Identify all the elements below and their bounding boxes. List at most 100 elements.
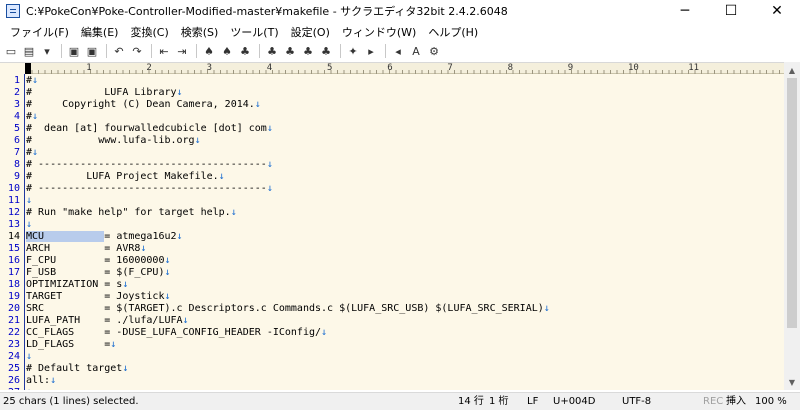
newline-marker-icon: ↓ — [26, 387, 32, 390]
search-prev-icon[interactable]: ♠ — [201, 43, 217, 59]
editor-line[interactable]: 2 # LUFA Library↓ — [0, 87, 784, 99]
save-all-icon[interactable]: ▣ — [84, 43, 100, 59]
editor-line[interactable]: 26 all:↓ — [0, 375, 784, 387]
newline-marker-icon: ↓ — [32, 111, 39, 122]
menu-settings[interactable]: 設定(O) — [285, 24, 336, 40]
bookmark-clear-icon[interactable]: ♣ — [318, 43, 334, 59]
line-text: MCU = atmega16u2↓ — [26, 231, 183, 242]
menu-search[interactable]: 検索(S) — [175, 24, 225, 40]
menu-convert[interactable]: 変換(C) — [124, 24, 174, 40]
editor-line[interactable]: 24 ↓ — [0, 351, 784, 363]
newline-marker-icon: ↓ — [122, 363, 129, 374]
newline-marker-icon: ↓ — [32, 75, 39, 86]
editor-line[interactable]: 20 SRC = $(TARGET).c Descriptors.c Comman… — [0, 303, 784, 315]
status-bar: 25 chars (1 lines) selected. 14 行 1 桁 LF… — [0, 392, 800, 410]
editor-line[interactable]: 19 TARGET = Joystick↓ — [0, 291, 784, 303]
new-file-icon[interactable]: ▭ — [3, 43, 19, 59]
scroll-down-icon[interactable]: ▼ — [784, 374, 800, 390]
bookmark-icon[interactable]: ♣ — [264, 43, 280, 59]
menu-window[interactable]: ウィンドウ(W) — [336, 24, 422, 40]
vertical-scrollbar[interactable]: ▲ ▼ — [784, 62, 800, 390]
line-text: F_USB = $(F_CPU)↓ — [26, 267, 171, 278]
editor-line[interactable]: 10 # ------------------------------------… — [0, 183, 784, 195]
ruler-mark: 2 — [146, 63, 152, 73]
newline-marker-icon: ↓ — [254, 99, 261, 110]
menu-edit[interactable]: 編集(E) — [75, 24, 125, 40]
menu-help[interactable]: ヘルプ(H) — [422, 24, 484, 40]
save-icon[interactable]: ▣ — [66, 43, 82, 59]
undo-icon[interactable]: ↶ — [111, 43, 127, 59]
dropdown-arrow-icon[interactable]: ▾ — [39, 43, 55, 59]
editor-line[interactable]: 15 ARCH = AVR8↓ — [0, 243, 784, 255]
newline-marker-icon: ↓ — [182, 315, 189, 326]
editor-line[interactable]: 21 LUFA_PATH = ./lufa/LUFA↓ — [0, 315, 784, 327]
toolbar-separator — [385, 44, 386, 58]
compare-icon[interactable]: ▸ — [363, 43, 379, 59]
toolbar-separator — [259, 44, 260, 58]
line-number: 21 — [7, 315, 20, 326]
editor-line[interactable]: 17 F_USB = $(F_CPU)↓ — [0, 267, 784, 279]
newline-marker-icon: ↓ — [321, 327, 328, 338]
editor-line[interactable]: 5 # dean [at] fourwalledcubicle [dot] com… — [0, 123, 784, 135]
editor-line[interactable]: 3 # Copyright (C) Dean Camera, 2014.↓ — [0, 99, 784, 111]
line-number: 7 — [13, 147, 20, 158]
character-code[interactable]: U+004D — [553, 395, 596, 409]
scroll-up-icon[interactable]: ▲ — [784, 62, 800, 78]
editor-line[interactable]: 9 # LUFA Project Makefile.↓ — [0, 171, 784, 183]
editor-line[interactable]: 12 # Run "make help" for target help.↓ — [0, 207, 784, 219]
editor-line[interactable]: 27 ↓ — [0, 387, 784, 390]
editor-line[interactable]: 6 # www.lufa-lib.org↓ — [0, 135, 784, 147]
text-editor[interactable]: 1 2 3 4 5 6 7 8 9 10 11 1 #↓ 2 # LUFA Library↓ 3 # Copy… — [0, 62, 784, 390]
cursor-column[interactable]: 1 桁 — [489, 395, 509, 409]
jump-forward-icon[interactable]: ⇥ — [174, 43, 190, 59]
editor-line[interactable]: 8 # -------------------------------------… — [0, 159, 784, 171]
editor-line[interactable]: 16 F_CPU = 16000000↓ — [0, 255, 784, 267]
replace-icon[interactable]: ♣ — [237, 43, 253, 59]
editor-line[interactable]: 1 #↓ — [0, 75, 784, 87]
line-text: # LUFA Library↓ — [26, 87, 183, 98]
maximize-button[interactable]: ☐ — [708, 0, 754, 22]
line-number: 2 — [13, 87, 20, 98]
menu-tools[interactable]: ツール(T) — [224, 24, 284, 40]
line-number: 17 — [7, 267, 20, 278]
scrollbar-thumb[interactable] — [787, 78, 797, 328]
editor-line[interactable]: 7 #↓ — [0, 147, 784, 159]
editor-line[interactable]: 4 #↓ — [0, 111, 784, 123]
line-text: #↓ — [26, 75, 39, 86]
line-ending[interactable]: LF — [527, 395, 538, 409]
ruler-mark: 11 — [688, 63, 700, 73]
open-folder-icon[interactable]: ▤ — [21, 43, 37, 59]
line-number: 1 — [13, 75, 20, 86]
menu-file[interactable]: ファイル(F) — [4, 24, 75, 40]
editor-line[interactable]: 18 OPTIMIZATION = s↓ — [0, 279, 784, 291]
editor-line[interactable]: 14 MCU = atmega16u2↓ — [0, 231, 784, 243]
editor-line[interactable]: 13 ↓ — [0, 219, 784, 231]
close-button[interactable]: ✕ — [754, 0, 800, 22]
search-next-icon[interactable]: ♠ — [219, 43, 235, 59]
editor-line[interactable]: 23 LD_FLAGS =↓ — [0, 339, 784, 351]
toolbar-separator — [196, 44, 197, 58]
editor-line[interactable]: 25 # Default target↓ — [0, 363, 784, 375]
redo-icon[interactable]: ↷ — [129, 43, 145, 59]
encoding[interactable]: UTF-8 — [622, 395, 651, 409]
newline-marker-icon: ↓ — [194, 135, 201, 146]
outline-icon[interactable]: ◂ — [390, 43, 406, 59]
line-text: SRC = $(TARGET).c Descriptors.c Commands… — [26, 303, 550, 314]
editor-line[interactable]: 22 CC_FLAGS = -DUSE_LUFA_CONFIG_HEADER -I… — [0, 327, 784, 339]
jump-back-icon[interactable]: ⇤ — [156, 43, 172, 59]
sakura-editor-app-icon[interactable] — [6, 4, 20, 18]
minimize-button[interactable]: ─ — [662, 0, 708, 22]
insert-mode[interactable]: 挿入 — [726, 395, 746, 409]
line-number: 4 — [13, 111, 20, 122]
font-icon[interactable]: A — [408, 43, 424, 59]
newline-marker-icon: ↓ — [176, 87, 183, 98]
zoom-level[interactable]: 100 % — [755, 395, 787, 409]
line-number: 19 — [7, 291, 20, 302]
grep-icon[interactable]: ✦ — [345, 43, 361, 59]
editor-line[interactable]: 11 ↓ — [0, 195, 784, 207]
settings-icon[interactable]: ⚙ — [426, 43, 442, 59]
bookmark-next-icon[interactable]: ♣ — [300, 43, 316, 59]
bookmark-prev-icon[interactable]: ♣ — [282, 43, 298, 59]
line-number: 16 — [7, 255, 20, 266]
ruler-mark: 4 — [266, 63, 273, 73]
